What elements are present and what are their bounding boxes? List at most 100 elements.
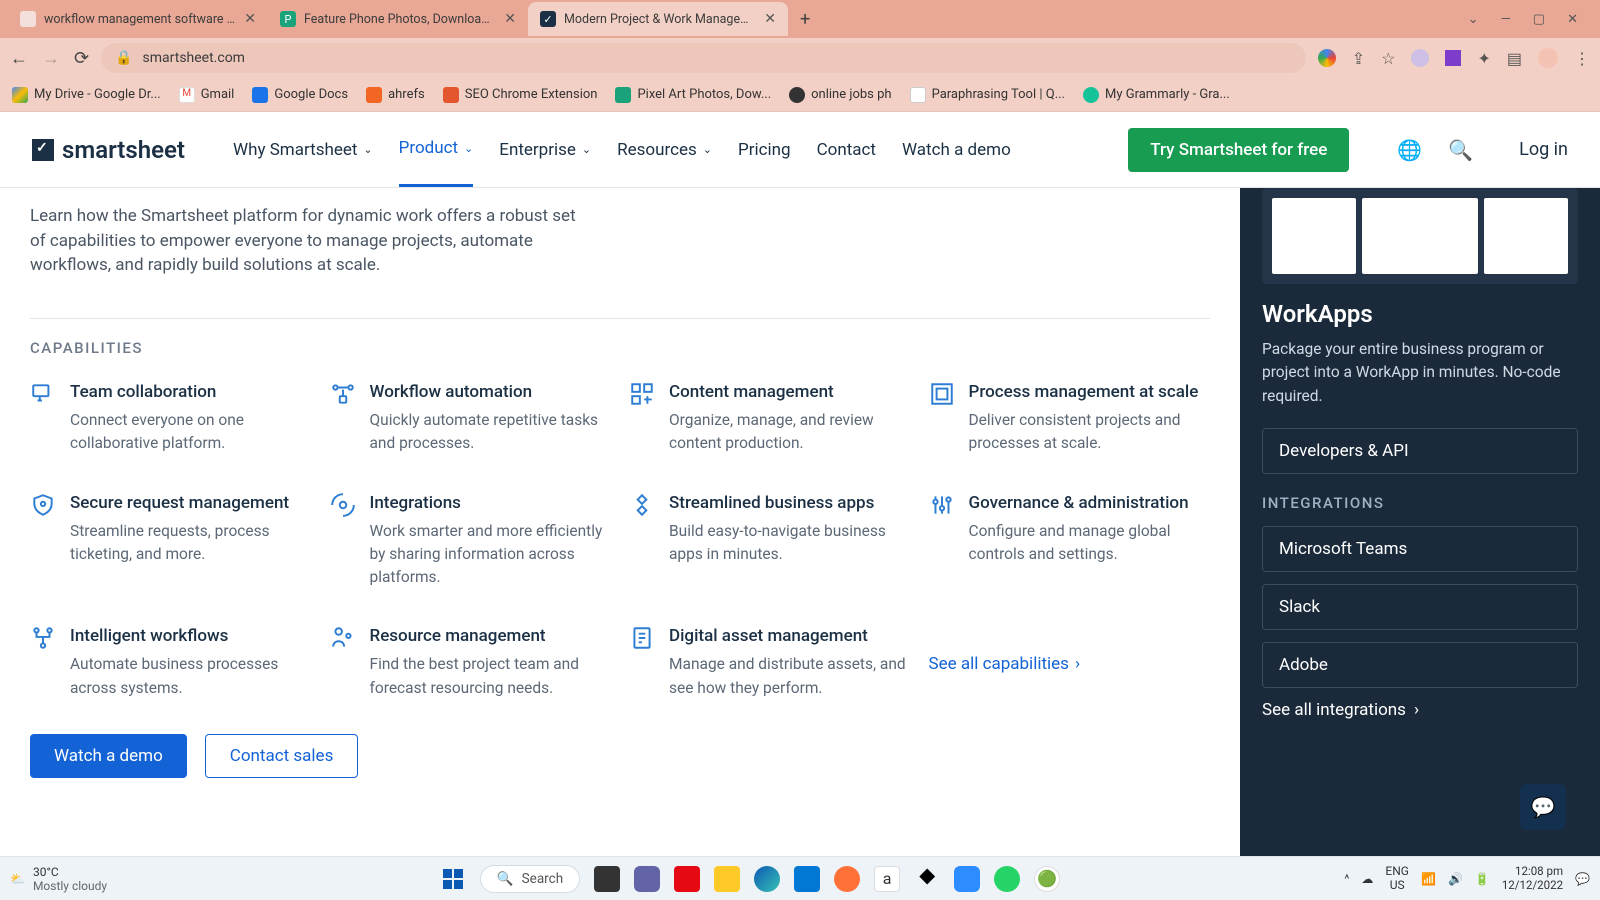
capability-item[interactable]: Process management at scaleDeliver consi… xyxy=(929,381,1211,456)
capability-item[interactable]: Digital asset managementManage and distr… xyxy=(629,625,911,700)
workapps-title: WorkApps xyxy=(1262,300,1578,328)
chevron-down-icon[interactable]: ⌄ xyxy=(1468,12,1479,27)
chrome-icon[interactable]: 🟢 xyxy=(1034,866,1060,892)
taskbar-search[interactable]: 🔍Search xyxy=(480,865,580,893)
capabilities-label: CAPABILITIES xyxy=(30,339,1210,357)
reload-icon[interactable]: ⟳ xyxy=(74,48,89,69)
bookmark-item[interactable]: Pixel Art Photos, Dow... xyxy=(615,87,771,103)
wifi-icon[interactable]: 📶 xyxy=(1421,872,1436,886)
zoom-icon[interactable] xyxy=(954,866,980,892)
extension-icon[interactable] xyxy=(1411,49,1429,67)
onedrive-icon[interactable]: ☁ xyxy=(1361,872,1373,886)
watch-demo-button[interactable]: Watch a demo xyxy=(30,734,187,778)
see-all-capabilities-link[interactable]: See all capabilities› xyxy=(929,625,1211,700)
new-tab-button[interactable]: + xyxy=(788,9,822,30)
bookmark-star-icon[interactable]: ☆ xyxy=(1381,49,1395,68)
tray-chevron-icon[interactable]: ^ xyxy=(1344,872,1349,886)
amazon-icon[interactable]: a xyxy=(874,866,900,892)
try-free-button[interactable]: Try Smartsheet for free xyxy=(1128,128,1349,172)
capability-item[interactable]: Streamlined business appsBuild easy-to-n… xyxy=(629,492,911,590)
nav-pricing[interactable]: Pricing xyxy=(738,114,791,186)
battery-icon[interactable]: 🔋 xyxy=(1475,872,1490,886)
search-icon[interactable]: 🔍 xyxy=(1448,138,1473,162)
globe-icon[interactable]: 🌐 xyxy=(1397,138,1422,162)
taskbar-weather[interactable]: ⛅ 30°C Mostly cloudy xyxy=(10,865,190,893)
explorer-icon[interactable] xyxy=(714,866,740,892)
integration-adobe[interactable]: Adobe xyxy=(1262,642,1578,688)
close-icon[interactable]: ✕ xyxy=(504,11,516,27)
side-panel: WorkApps Package your entire business pr… xyxy=(1240,188,1600,856)
close-icon[interactable]: ✕ xyxy=(244,11,256,27)
close-icon[interactable]: ✕ xyxy=(764,11,776,27)
page-body: Learn how the Smartsheet platform for dy… xyxy=(0,188,1600,856)
apps-icon xyxy=(629,492,655,518)
taskview-icon[interactable] xyxy=(594,866,620,892)
nav-product[interactable]: Product⌄ xyxy=(399,112,474,187)
capability-item[interactable]: Governance & administrationConfigure and… xyxy=(929,492,1211,590)
capability-item[interactable]: Workflow automationQuickly automate repe… xyxy=(330,381,612,456)
login-link[interactable]: Log in xyxy=(1519,139,1568,160)
bookmark-item[interactable]: Google Docs xyxy=(252,87,348,103)
close-window-icon[interactable]: ✕ xyxy=(1567,12,1578,27)
extension-icon[interactable] xyxy=(1445,50,1461,66)
nav-contact[interactable]: Contact xyxy=(817,114,876,186)
bookmark-item[interactable]: Paraphrasing Tool | Q... xyxy=(910,87,1065,103)
developers-api-link[interactable]: Developers & API xyxy=(1262,428,1578,474)
capability-item[interactable]: Content managementOrganize, manage, and … xyxy=(629,381,911,456)
bookmark-item[interactable]: My Drive - Google Dr... xyxy=(12,87,161,103)
browser-tab-active[interactable]: ✓ Modern Project & Work Manageme ✕ xyxy=(528,2,788,36)
browser-tab[interactable]: P Feature Phone Photos, Download Fr ✕ xyxy=(268,2,528,36)
intelligent-icon xyxy=(30,625,56,651)
taskbar-clock[interactable]: 12:08 pm 12/12/2022 xyxy=(1502,865,1563,891)
bookmark-item[interactable]: My Grammarly - Gra... xyxy=(1083,87,1230,103)
maximize-icon[interactable]: ▢ xyxy=(1533,12,1545,27)
capability-item[interactable]: Intelligent workflowsAutomate business p… xyxy=(30,625,312,700)
extensions-puzzle-icon[interactable]: ✦ xyxy=(1477,49,1490,68)
contact-sales-button[interactable]: Contact sales xyxy=(205,734,359,778)
profile-avatar-icon[interactable] xyxy=(1538,48,1558,68)
netflix-icon[interactable] xyxy=(674,866,700,892)
back-icon[interactable]: ← xyxy=(10,48,28,69)
see-all-integrations-link[interactable]: See all integrations› xyxy=(1262,700,1578,720)
whatsapp-icon[interactable] xyxy=(994,866,1020,892)
integration-teams[interactable]: Microsoft Teams xyxy=(1262,526,1578,572)
address-bar[interactable]: 🔒 smartsheet.com xyxy=(101,43,1306,73)
firefox-icon[interactable] xyxy=(834,866,860,892)
capability-item[interactable]: Team collaborationConnect everyone on on… xyxy=(30,381,312,456)
browser-tab[interactable]: workflow management software - C ✕ xyxy=(8,2,268,36)
notifications-icon[interactable]: 💬 xyxy=(1575,872,1590,886)
forward-icon[interactable]: → xyxy=(42,48,60,69)
tab-title: Modern Project & Work Manageme xyxy=(564,12,756,27)
capability-item[interactable]: Resource managementFind the best project… xyxy=(330,625,612,700)
dropbox-icon[interactable]: ⯁ xyxy=(914,866,940,892)
taskbar-center: 🔍Search a ⯁ 🟢 xyxy=(198,865,1302,893)
minimize-icon[interactable]: — xyxy=(1501,12,1511,27)
nav-enterprise[interactable]: Enterprise⌄ xyxy=(499,114,591,186)
store-icon[interactable] xyxy=(794,866,820,892)
bookmark-item[interactable]: ahrefs xyxy=(366,87,425,103)
share-icon[interactable]: ⇪ xyxy=(1352,49,1365,68)
edge-icon[interactable] xyxy=(754,866,780,892)
start-icon[interactable] xyxy=(440,866,466,892)
capability-item[interactable]: Secure request managementStreamline requ… xyxy=(30,492,312,590)
google-icon[interactable] xyxy=(1318,49,1336,67)
bookmark-item[interactable]: SEO Chrome Extension xyxy=(443,87,598,103)
logo[interactable]: smartsheet xyxy=(32,136,185,164)
integrations-icon xyxy=(330,492,356,518)
chat-fab[interactable]: 💬 xyxy=(1520,784,1566,830)
integration-slack[interactable]: Slack xyxy=(1262,584,1578,630)
chevron-down-icon: ⌄ xyxy=(703,143,712,156)
bookmark-item[interactable]: MGmail xyxy=(179,87,235,103)
workflow-icon xyxy=(330,381,356,407)
menu-dots-icon[interactable]: ⋮ xyxy=(1574,49,1590,68)
nav-why[interactable]: Why Smartsheet⌄ xyxy=(233,114,373,186)
volume-icon[interactable]: 🔊 xyxy=(1448,872,1463,886)
chevron-down-icon: ⌄ xyxy=(464,142,473,155)
divider xyxy=(30,318,1210,319)
nav-resources[interactable]: Resources⌄ xyxy=(617,114,712,186)
teams-icon[interactable] xyxy=(634,866,660,892)
capability-item[interactable]: IntegrationsWork smarter and more effici… xyxy=(330,492,612,590)
sidepanel-icon[interactable]: ▤ xyxy=(1507,49,1522,68)
bookmark-item[interactable]: online jobs ph xyxy=(789,87,891,103)
nav-demo[interactable]: Watch a demo xyxy=(902,114,1011,186)
